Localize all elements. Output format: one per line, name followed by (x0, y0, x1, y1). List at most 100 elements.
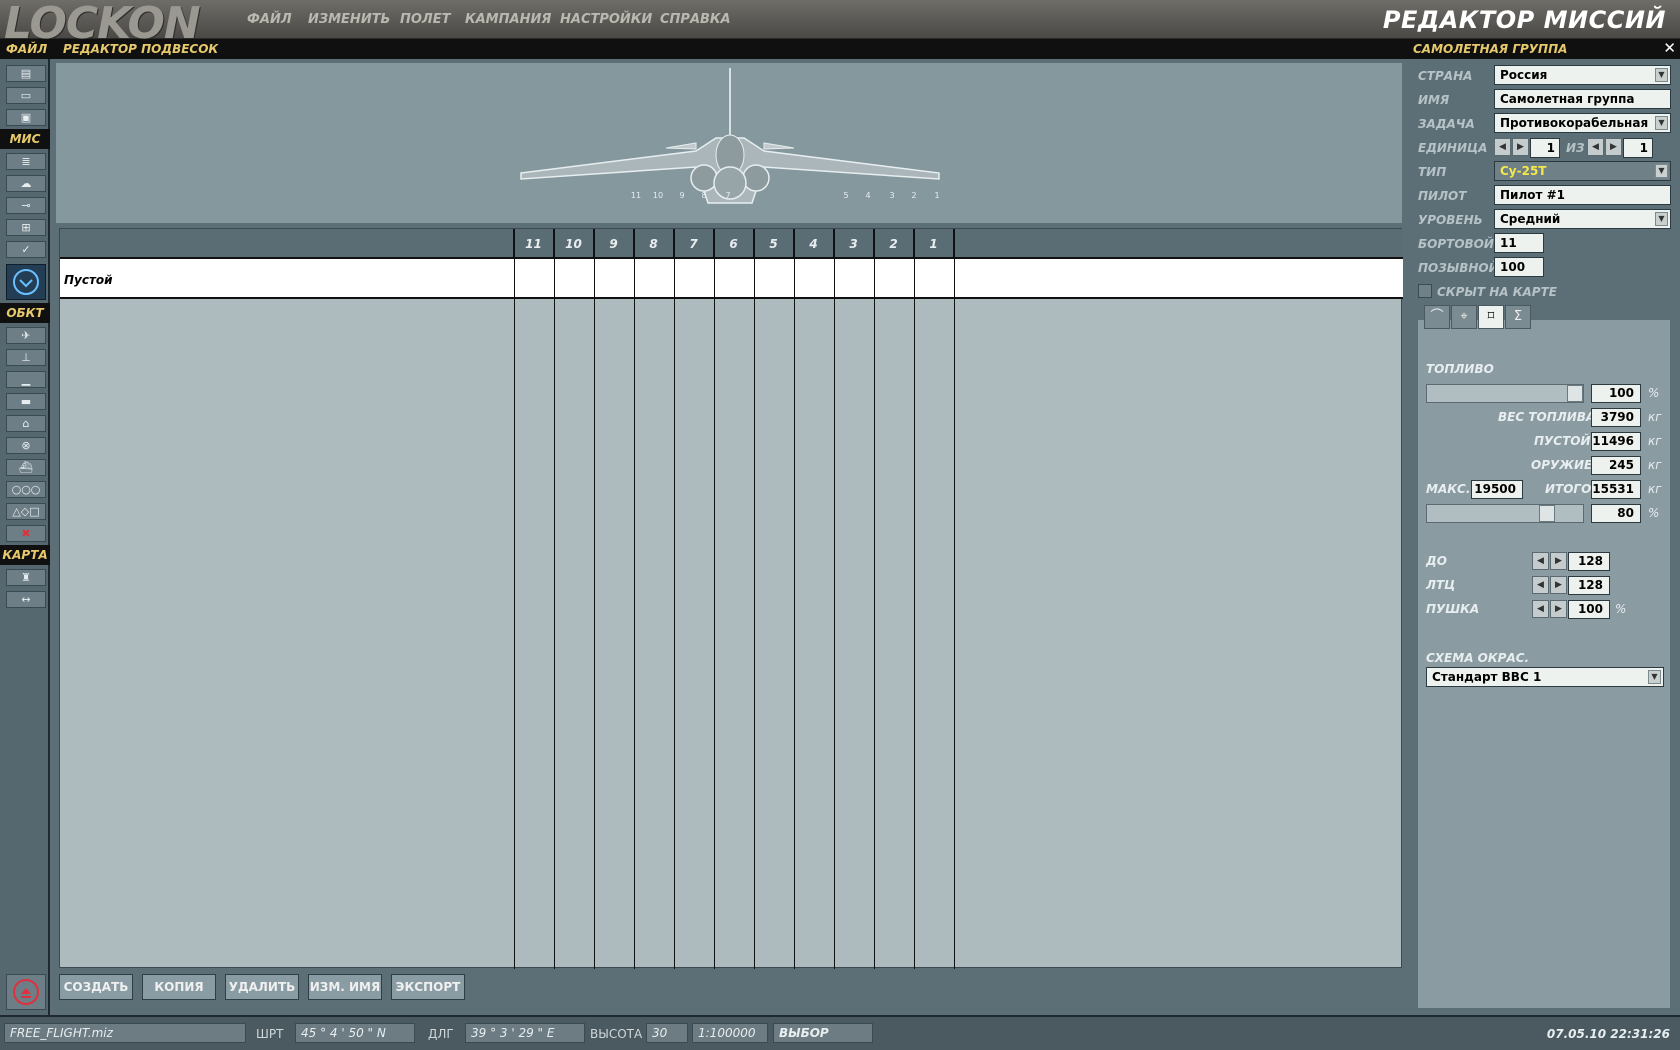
create-button[interactable]: СОЗДАТЬ (59, 974, 133, 1000)
carrier-icon[interactable]: ⛴ (6, 459, 46, 476)
livery-value: Стандарт ВВС 1 (1432, 670, 1542, 684)
gun-field: 100 (1568, 600, 1610, 619)
count-value: 1 (1623, 138, 1653, 158)
column-divider (794, 229, 795, 969)
menu-file[interactable]: ФАЙЛ (247, 12, 292, 27)
route-icon[interactable]: ⌒ (1424, 305, 1450, 329)
vehicle-icon[interactable]: ▬ (6, 393, 46, 410)
check-icon[interactable]: ✓ (6, 241, 46, 258)
targets-icon[interactable]: ⌖ (1451, 305, 1477, 329)
pylon-label: 7 (725, 191, 730, 200)
rename-button[interactable]: ИЗМ. ИМЯ (308, 974, 382, 1000)
task-value: Противокорабельная (1500, 116, 1649, 130)
menu-campaign[interactable]: КАМПАНИЯ (465, 12, 551, 27)
menu-help[interactable]: СПРАВКА (660, 12, 731, 27)
fuel-slider[interactable] (1426, 384, 1584, 403)
triggers-icon[interactable]: ⊞ (6, 219, 46, 236)
altitude-label: ВЫСОТА (590, 1027, 643, 1041)
delete-icon[interactable]: ✖ (6, 525, 46, 542)
app-title: РЕДАКТОР МИССИЙ (1382, 6, 1666, 34)
gun-next-arrow-icon[interactable]: ▶ (1550, 600, 1567, 618)
summary-icon[interactable]: Σ (1505, 305, 1531, 329)
total-weight-slider-thumb[interactable] (1539, 505, 1555, 522)
unit-label: ЕДИНИЦА (1418, 141, 1488, 155)
column-divider (514, 229, 515, 969)
helicopter-icon[interactable]: ⊥ (6, 349, 46, 366)
type-select[interactable]: Су-25T ▼ (1494, 161, 1671, 181)
level-select[interactable]: Средний ▼ (1494, 209, 1671, 229)
column-divider (554, 229, 555, 969)
column-divider (634, 229, 635, 969)
fuel-slider-thumb[interactable] (1567, 385, 1583, 402)
livery-select[interactable]: Стандарт ВВС 1 ▼ (1426, 667, 1664, 687)
task-select[interactable]: Противокорабельная ▼ (1494, 113, 1671, 133)
name-field[interactable]: Самолетная группа (1494, 89, 1671, 109)
unit-prev-arrow-icon[interactable]: ◀ (1494, 138, 1511, 156)
column-header-8: 8 (634, 229, 674, 259)
map-section-header: КАРТА (0, 545, 50, 565)
open-folder-icon[interactable]: ▭ (6, 87, 46, 104)
column-header-10: 10 (554, 229, 594, 259)
close-icon[interactable]: ✕ (1663, 39, 1676, 57)
row-name: Пустой (64, 273, 113, 287)
airfield-icon[interactable]: ⊗ (6, 437, 46, 454)
panel-header-strip: ФАЙЛ РЕДАКТОР ПОДВЕСОК САМОЛЕТНАЯ ГРУППА… (0, 39, 1680, 59)
latitude-field: 45 ° 4 ' 50 " N (295, 1023, 415, 1043)
fuel-percent-unit: % (1648, 386, 1660, 400)
count-next-arrow-icon[interactable]: ▶ (1605, 138, 1622, 156)
briefing-icon[interactable]: ≣ (6, 153, 46, 170)
menu-flight[interactable]: ПОЛЕТ (400, 12, 450, 27)
total-weight-slider[interactable] (1426, 504, 1584, 523)
obj-section-header: ОБКТ (0, 303, 50, 323)
pylon-label: 11 (631, 191, 641, 200)
clock-icon[interactable] (6, 264, 46, 300)
flare-next-arrow-icon[interactable]: ▶ (1550, 576, 1567, 594)
column-divider (594, 229, 595, 969)
title-bar: LOCKON ФАЙЛ ИЗМЕНИТЬ ПОЛЕТ КАМПАНИЯ НАСТ… (0, 0, 1680, 49)
pilot-field[interactable]: Пилот #1 (1494, 185, 1671, 205)
new-file-icon[interactable]: ▤ (6, 65, 46, 82)
flare-prev-arrow-icon[interactable]: ◀ (1532, 576, 1549, 594)
table-row[interactable]: Пустой (60, 259, 1403, 299)
chaff-next-arrow-icon[interactable]: ▶ (1550, 552, 1567, 570)
livery-label: СХЕМА ОКРАС. (1426, 651, 1530, 665)
binoculars-icon[interactable]: ♜ (6, 569, 46, 586)
fuel-percent-field[interactable]: 100 (1591, 384, 1641, 403)
chaff-prev-arrow-icon[interactable]: ◀ (1532, 552, 1549, 570)
country-select[interactable]: Россия ▼ (1494, 65, 1671, 85)
total-percent-field[interactable]: 80 (1591, 504, 1641, 523)
export-button[interactable]: ЭКСПОРТ (391, 974, 465, 1000)
total-weight-label: ИТОГО (1545, 482, 1592, 496)
count-prev-arrow-icon[interactable]: ◀ (1587, 138, 1604, 156)
gun-prev-arrow-icon[interactable]: ◀ (1532, 600, 1549, 618)
ship-icon[interactable]: ▁ (6, 371, 46, 388)
weapons-weight-label: ОРУЖИЕ (1531, 458, 1593, 472)
ruler-icon[interactable]: ↔ (6, 591, 46, 608)
goals-icon[interactable]: ⊸ (6, 197, 46, 214)
name-column-header (60, 229, 514, 259)
column-divider (674, 229, 675, 969)
shapes-icon[interactable]: △◇□ (6, 503, 46, 520)
group-icon[interactable]: ○○○ (6, 481, 46, 498)
column-header-11: 11 (514, 229, 554, 259)
status-bar: FREE_FLIGHT.miz ШРТ 45 ° 4 ' 50 " N ДЛГ … (0, 1015, 1680, 1050)
weather-icon[interactable]: ☁ (6, 175, 46, 192)
longitude-field: 39 ° 3 ' 29 " E (465, 1023, 585, 1043)
fuel-weight-field[interactable]: 3790 (1591, 408, 1641, 427)
hidden-on-map-checkbox[interactable] (1418, 284, 1432, 298)
mis-section-header: МИС (0, 129, 50, 149)
unit-next-arrow-icon[interactable]: ▶ (1512, 138, 1529, 156)
plane-icon[interactable]: ✈ (6, 327, 46, 344)
static-icon[interactable]: ⌂ (6, 415, 46, 432)
save-icon[interactable]: ▣ (6, 109, 46, 126)
chaff-field: 128 (1568, 552, 1610, 571)
aircraft-silhouette: 11 10 9 8 7 5 4 3 2 1 (520, 68, 940, 204)
payload-icon[interactable]: ⌑ (1478, 305, 1504, 329)
board-number-field[interactable]: 11 (1494, 233, 1544, 253)
copy-button[interactable]: КОПИЯ (142, 974, 216, 1000)
eject-icon[interactable] (6, 974, 46, 1010)
callsign-field[interactable]: 100 (1494, 257, 1544, 277)
menu-settings[interactable]: НАСТРОЙКИ (560, 12, 652, 27)
menu-edit[interactable]: ИЗМЕНИТЬ (308, 12, 390, 27)
delete-button[interactable]: УДАЛИТЬ (225, 974, 299, 1000)
